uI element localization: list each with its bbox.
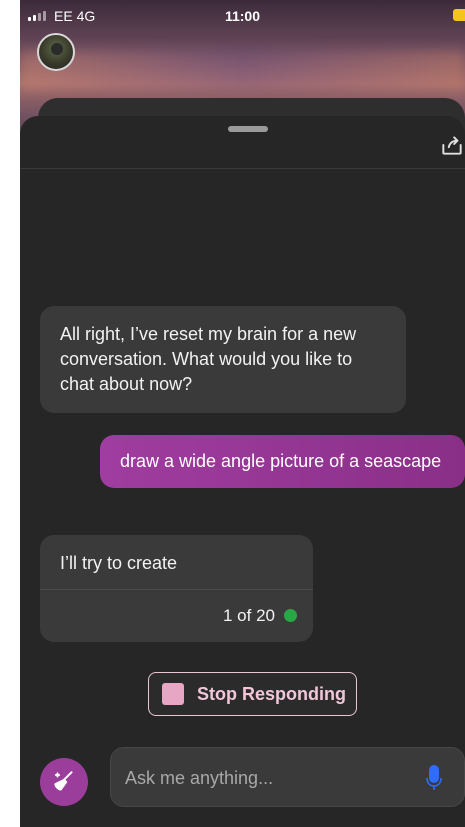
header-divider	[20, 168, 465, 169]
sheet-drag-handle[interactable]	[228, 126, 268, 132]
stop-square-icon	[162, 683, 184, 705]
assistant-message-text: All right, I’ve reset my brain for a new…	[60, 324, 357, 394]
user-message-text: draw a wide angle picture of a seascape	[120, 451, 442, 471]
chat-sheet: All right, I’ve reset my brain for a new…	[20, 116, 465, 827]
new-topic-button[interactable]	[40, 758, 88, 806]
battery-icon	[453, 9, 465, 21]
chat-input-box[interactable]	[110, 747, 465, 807]
chat-input[interactable]	[125, 763, 395, 793]
assistant-message-text: I’ll try to create	[60, 553, 178, 573]
message-divider	[40, 589, 313, 590]
phone-screen: EE 4G 11:00 All right, I’ve reset my bra…	[20, 0, 465, 827]
status-dot-icon	[284, 609, 297, 622]
share-icon[interactable]	[439, 132, 465, 158]
user-message: draw a wide angle picture of a seascape	[100, 435, 465, 488]
stop-responding-label: Stop Responding	[197, 683, 346, 704]
microphone-icon[interactable]	[426, 764, 442, 792]
broom-icon	[54, 771, 73, 791]
stop-responding-button[interactable]: Stop Responding	[148, 672, 357, 716]
status-bar: EE 4G 11:00	[20, 0, 465, 28]
turn-counter: 1 of 20	[223, 606, 275, 625]
status-time: 11:00	[224, 8, 261, 24]
avatar[interactable]	[37, 33, 75, 71]
assistant-message-pending: I’ll try to create 1 of 20	[40, 535, 313, 642]
assistant-message: All right, I’ve reset my brain for a new…	[40, 306, 406, 413]
